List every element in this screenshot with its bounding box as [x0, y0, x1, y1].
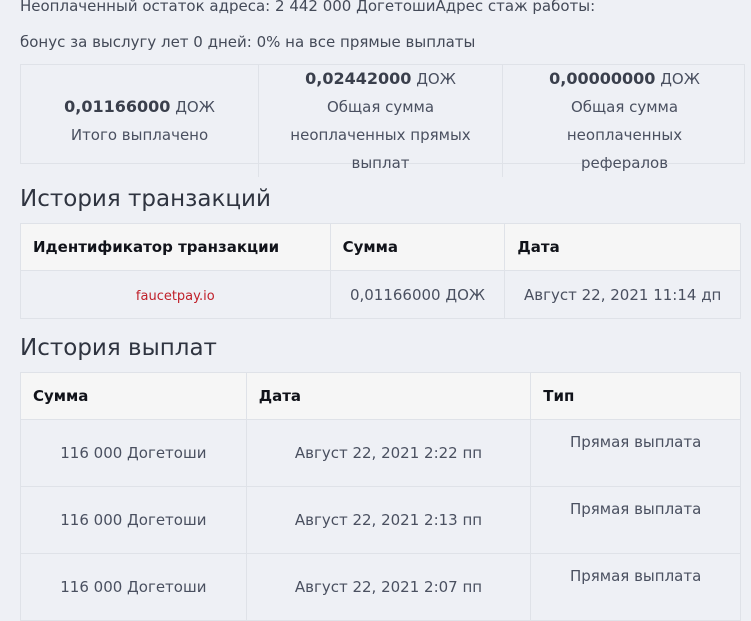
payout-amount-cell: 116 000 Догетоши [20, 486, 247, 554]
stat-label: Общая сумма неоплаченных рефералов [566, 98, 683, 172]
tx-date-cell: Август 22, 2021 11:14 дп [504, 270, 741, 319]
stat-value: 0,01166000 [64, 97, 171, 116]
col-header-amount: Сумма [20, 372, 247, 420]
payout-date-cell: Август 22, 2021 2:13 пп [245, 486, 532, 554]
payout-type-cell: Прямая выплата [530, 419, 741, 487]
payout-amount-cell: 116 000 Догетоши [20, 553, 247, 621]
payouts-table: Сумма Дата Тип 116 000 Догетоши Август 2… [20, 372, 741, 621]
transactions-title: История транзакций [20, 186, 271, 212]
stat-unit: ДОЖ [660, 70, 700, 88]
stat-unit: ДОЖ [175, 98, 215, 116]
stat-value: 0,00000000 [549, 69, 656, 88]
payouts-title: История выплат [20, 335, 217, 361]
table-row: 116 000 Догетоши Август 22, 2021 2:13 пп… [20, 486, 741, 554]
col-header-amount: Сумма [329, 223, 506, 271]
tx-id-cell: faucetpay.io [20, 270, 331, 319]
payout-amount-cell: 116 000 Догетоши [20, 419, 247, 487]
stat-unpaid-referrals: 0,00000000 ДОЖ Общая сумма неоплаченных … [503, 65, 746, 177]
stat-label: Итого выплачено [70, 126, 209, 144]
table-row: 116 000 Догетоши Август 22, 2021 2:07 пп… [20, 553, 741, 621]
seniority-bonus-text: бонус за выслугу лет 0 дней: 0% на все п… [20, 33, 476, 51]
stat-label: Общая сумма неоплаченных прямых выплат [290, 98, 471, 172]
col-header-date: Дата [245, 372, 532, 420]
table-row: faucetpay.io 0,01166000 ДОЖ Август 22, 2… [20, 270, 741, 319]
payout-type-cell: Прямая выплата [530, 553, 741, 621]
payout-date-cell: Август 22, 2021 2:22 пп [245, 419, 532, 487]
table-header-row: Сумма Дата Тип [20, 372, 741, 420]
stat-unpaid-direct: 0,02442000 ДОЖ Общая сумма неоплаченных … [259, 65, 503, 177]
stat-value: 0,02442000 [305, 69, 412, 88]
payout-type-cell: Прямая выплата [530, 486, 741, 554]
stat-unit: ДОЖ [416, 70, 456, 88]
col-header-transaction-id: Идентификатор транзакции [20, 223, 331, 271]
transaction-link[interactable]: faucetpay.io [136, 289, 215, 304]
col-header-date: Дата [504, 223, 741, 271]
table-header-row: Идентификатор транзакции Сумма Дата [20, 223, 741, 271]
stat-total-paid: 0,01166000 ДОЖ Итого выплачено [21, 65, 259, 177]
stats-panel: 0,01166000 ДОЖ Итого выплачено 0,0244200… [20, 64, 745, 177]
table-row: 116 000 Догетоши Август 22, 2021 2:22 пп… [20, 419, 741, 487]
tx-amount-cell: 0,01166000 ДОЖ [329, 270, 506, 319]
address-balance-text: Неоплаченный остаток адреса: 2 442 000 Д… [20, 0, 596, 15]
col-header-type: Тип [530, 372, 741, 420]
transactions-table: Идентификатор транзакции Сумма Дата fauc… [20, 223, 741, 319]
payout-date-cell: Август 22, 2021 2:07 пп [245, 553, 532, 621]
